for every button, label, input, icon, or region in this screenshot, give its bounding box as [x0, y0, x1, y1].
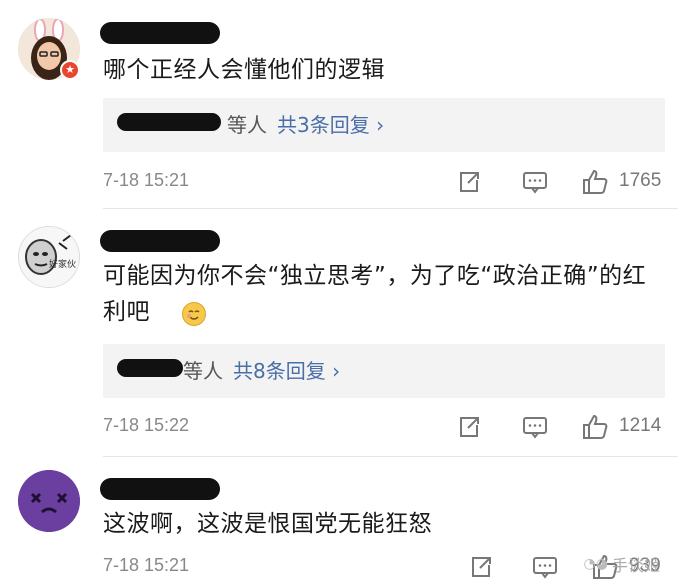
- comment-time: 7-18 15:21: [103, 170, 190, 190]
- username-redacted[interactable]: [100, 230, 220, 252]
- reply-summary[interactable]: 等人 共3条回复 ›: [103, 98, 665, 152]
- username-redacted[interactable]: [100, 22, 220, 44]
- smile-emoji-icon: [182, 302, 206, 326]
- avatar[interactable]: 好家伙: [18, 226, 80, 288]
- reply-who: 等人: [183, 359, 223, 383]
- reply-count-link[interactable]: 共3条回复 ›: [277, 113, 384, 137]
- reply-who: 等人: [227, 113, 267, 137]
- comment-icon[interactable]: [531, 553, 559, 581]
- divider: [103, 208, 678, 209]
- like-count: 1214: [619, 415, 662, 436]
- watermark: ◔◕ 手谈姬: [584, 552, 660, 576]
- avatar-badge-text: 好家伙: [49, 260, 77, 270]
- share-icon[interactable]: [455, 413, 483, 441]
- comment-time: 7-18 15:21: [103, 555, 190, 575]
- wechat-icon: ◔◕: [583, 556, 608, 572]
- verified-badge-icon: ★: [60, 60, 80, 80]
- reply-user-redacted: [117, 359, 183, 377]
- reply-count-link[interactable]: 共8条回复 ›: [233, 359, 340, 383]
- like-count: 1765: [619, 170, 662, 191]
- comment-text: 哪个正经人会懂他们的逻辑: [103, 57, 385, 83]
- comment-icon[interactable]: [521, 168, 549, 196]
- comment-time: 7-18 15:22: [103, 415, 190, 435]
- reply-summary[interactable]: 等人 共8条回复 ›: [103, 344, 665, 398]
- share-icon[interactable]: [455, 168, 483, 196]
- reply-user-redacted: [117, 113, 221, 131]
- watermark-text: 手谈姬: [611, 556, 660, 575]
- avatar[interactable]: [18, 470, 80, 532]
- like-thumb-icon[interactable]: [581, 168, 609, 196]
- comment-text: 这波啊，这波是恨国党无能狂怒: [103, 511, 432, 537]
- divider: [103, 456, 678, 457]
- like-thumb-icon[interactable]: [581, 413, 609, 441]
- share-icon[interactable]: [467, 553, 495, 581]
- comment-icon[interactable]: [521, 413, 549, 441]
- username-redacted[interactable]: [100, 478, 220, 500]
